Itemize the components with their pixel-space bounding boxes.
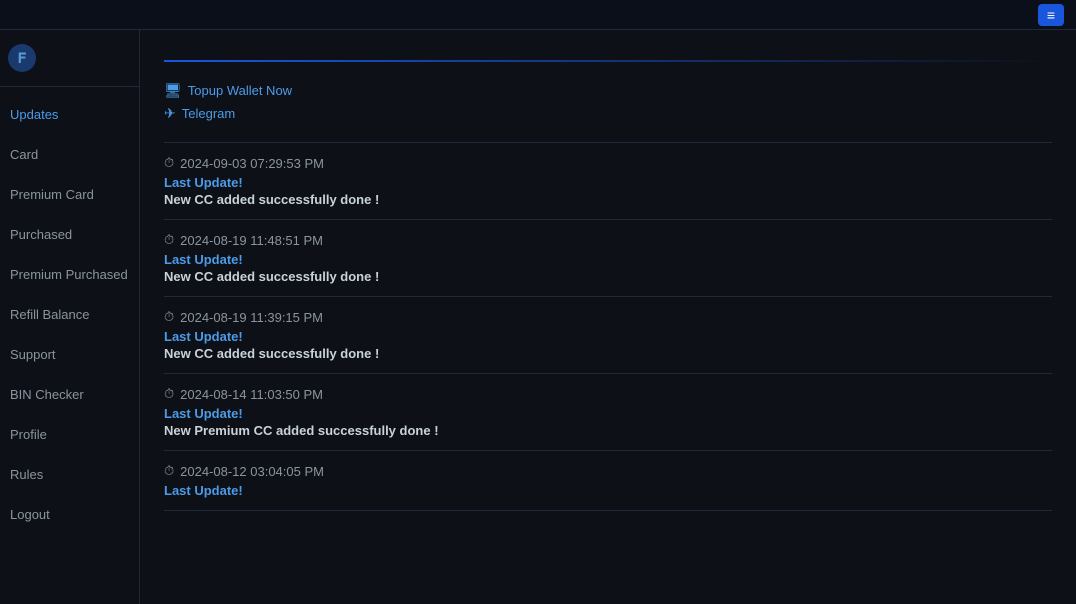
timestamp-text: 2024-08-19 11:48:51 PM <box>180 233 323 248</box>
title-underline <box>164 60 1052 62</box>
sidebar-user: 𝐅 <box>0 30 139 87</box>
updates-list: ⏱ 2024-09-03 07:29:53 PM Last Update! New C… <box>164 155 1052 511</box>
sidebar-item-rules[interactable]: Rules <box>0 455 139 495</box>
update-item: ⏱ 2024-08-12 03:04:05 PM Last Update! <box>164 463 1052 498</box>
avatar: 𝐅 <box>8 44 36 72</box>
update-message: New Premium CC added successfully done ! <box>164 423 1052 438</box>
action-link-icon-0: 🖥 <box>164 82 182 99</box>
sidebar-item-purchased[interactable]: Purchased <box>0 215 139 255</box>
update-item: ⏱ 2024-08-19 11:48:51 PM Last Update! New C… <box>164 232 1052 284</box>
clock-icon: ⏱ <box>164 309 174 325</box>
update-label: Last Update! <box>164 252 1052 267</box>
sidebar-item-premium-card[interactable]: Premium Card <box>0 175 139 215</box>
update-label: Last Update! <box>164 483 1052 498</box>
sidebar-item-support[interactable]: Support <box>0 335 139 375</box>
clock-icon: ⏱ <box>164 232 174 248</box>
clock-icon: ⏱ <box>164 463 174 479</box>
clock-icon: ⏱ <box>164 155 174 171</box>
update-item: ⏱ 2024-08-19 11:39:15 PM Last Update! New C… <box>164 309 1052 361</box>
update-timestamp: ⏱ 2024-08-19 11:48:51 PM <box>164 232 1052 248</box>
divider <box>164 142 1052 143</box>
action-link-icon-1: ✈ <box>164 105 176 122</box>
divider <box>164 373 1052 374</box>
action-link-1[interactable]: ✈ Telegram <box>164 105 1052 122</box>
update-item: ⏱ 2024-08-14 11:03:50 PM Last Update! New P… <box>164 386 1052 438</box>
main-layout: 𝐅 UpdatesCardPremium CardPurchasedPremiu… <box>0 30 1076 604</box>
timestamp-text: 2024-08-19 11:39:15 PM <box>180 310 323 325</box>
main-content: 🖥 Topup Wallet Now ✈ Telegram ⏱ 2024-09-03 0… <box>140 30 1076 604</box>
divider <box>164 219 1052 220</box>
sidebar: 𝐅 UpdatesCardPremium CardPurchasedPremiu… <box>0 30 140 604</box>
sidebar-item-profile[interactable]: Profile <box>0 415 139 455</box>
sidebar-nav: UpdatesCardPremium CardPurchasedPremium … <box>0 87 139 535</box>
avatar-icon: 𝐅 <box>18 50 27 67</box>
clock-icon: ⏱ <box>164 386 174 402</box>
sidebar-item-updates[interactable]: Updates <box>0 95 139 135</box>
update-label: Last Update! <box>164 329 1052 344</box>
sidebar-item-card[interactable]: Card <box>0 135 139 175</box>
timestamp-text: 2024-09-03 07:29:53 PM <box>180 156 324 171</box>
update-message: New CC added successfully done ! <box>164 269 1052 284</box>
action-link-label-0: Topup Wallet Now <box>188 83 292 98</box>
sidebar-item-refill-balance[interactable]: Refill Balance <box>0 295 139 335</box>
update-timestamp: ⏱ 2024-08-12 03:04:05 PM <box>164 463 1052 479</box>
sidebar-item-bin-checker[interactable]: BIN Checker <box>0 375 139 415</box>
divider <box>164 450 1052 451</box>
menu-button[interactable]: ≡ <box>1038 4 1064 26</box>
topbar: ≡ <box>0 0 1076 30</box>
action-links: 🖥 Topup Wallet Now ✈ Telegram <box>164 82 1052 122</box>
divider <box>164 510 1052 511</box>
update-timestamp: ⏱ 2024-08-14 11:03:50 PM <box>164 386 1052 402</box>
timestamp-text: 2024-08-12 03:04:05 PM <box>180 464 324 479</box>
divider <box>164 296 1052 297</box>
sidebar-item-premium-purchased[interactable]: Premium Purchased <box>0 255 139 295</box>
update-timestamp: ⏱ 2024-08-19 11:39:15 PM <box>164 309 1052 325</box>
action-link-0[interactable]: 🖥 Topup Wallet Now <box>164 82 1052 99</box>
update-message: New CC added successfully done ! <box>164 346 1052 361</box>
action-link-label-1: Telegram <box>182 106 235 121</box>
update-timestamp: ⏱ 2024-09-03 07:29:53 PM <box>164 155 1052 171</box>
update-label: Last Update! <box>164 175 1052 190</box>
timestamp-text: 2024-08-14 11:03:50 PM <box>180 387 323 402</box>
sidebar-item-logout[interactable]: Logout <box>0 495 139 535</box>
update-label: Last Update! <box>164 406 1052 421</box>
update-item: ⏱ 2024-09-03 07:29:53 PM Last Update! New C… <box>164 155 1052 207</box>
update-message: New CC added successfully done ! <box>164 192 1052 207</box>
